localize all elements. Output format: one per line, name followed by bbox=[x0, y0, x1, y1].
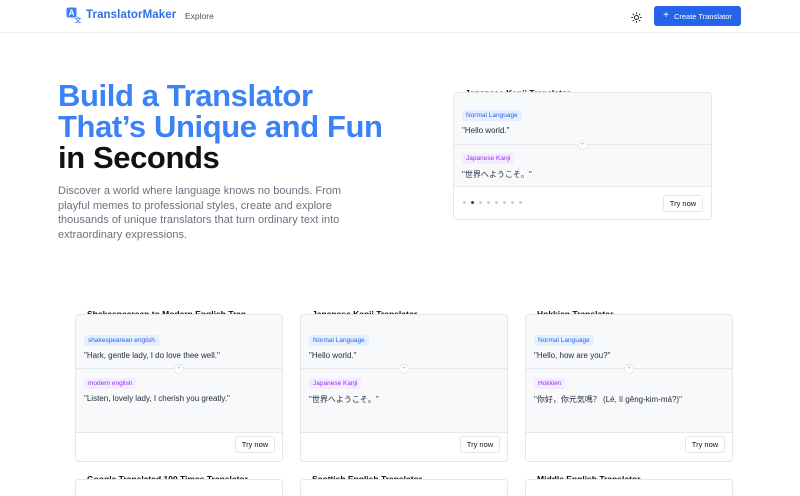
plus-icon: + bbox=[663, 10, 669, 21]
card-try-now-button[interactable]: Try now bbox=[685, 436, 725, 453]
carousel-dot[interactable] bbox=[503, 201, 506, 204]
card-source-section: shakespearean english "Hark, gentle lady… bbox=[76, 315, 282, 369]
card-target-badge: Hokkien bbox=[534, 378, 566, 389]
logo-link[interactable]: A 文 TranslatorMaker bbox=[66, 7, 176, 23]
card-try-now-button[interactable]: Try now bbox=[235, 436, 275, 453]
card-target-section: + Japanese Kanji "世界へようこそ。" bbox=[301, 364, 507, 433]
carousel-dots bbox=[463, 201, 522, 204]
card-source-text: "Hello, how are you?" bbox=[534, 351, 611, 360]
featured-target-badge: Japanese Kanji bbox=[462, 153, 515, 164]
featured-source-badge: Normal Language bbox=[462, 110, 522, 121]
divider-plus-icon: + bbox=[399, 364, 409, 374]
carousel-dot-active[interactable] bbox=[471, 201, 474, 204]
hero-title-line-2: That’s Unique and Fun bbox=[58, 109, 383, 144]
card-target-section: + Hokkien "你好，你元気嗎？ (Lé, lí gêng-kim-má?… bbox=[526, 364, 732, 433]
carousel-dot[interactable] bbox=[479, 201, 482, 204]
card-target-text: "Listen, lovely lady, I cherish you grea… bbox=[84, 394, 230, 403]
divider-plus-icon: + bbox=[174, 364, 184, 374]
card-source-text: "Hello world." bbox=[309, 351, 357, 360]
featured-target-section: + Japanese Kanji "世界へようこそ。" bbox=[454, 140, 711, 187]
hero-description: Discover a world where language knows no… bbox=[58, 185, 342, 241]
hero-title-line-3: in Seconds bbox=[58, 140, 220, 175]
card-target-section: + modern english "Listen, lovely lady, I… bbox=[76, 364, 282, 433]
svg-text:文: 文 bbox=[75, 16, 83, 24]
create-translator-label: Create Translator bbox=[673, 11, 732, 21]
svg-text:A: A bbox=[69, 9, 75, 18]
card-target-badge: Japanese Kanji bbox=[309, 378, 362, 389]
featured-source-text: "Hello world." bbox=[462, 126, 510, 135]
card-source-badge: Normal Language bbox=[534, 335, 594, 346]
card-source-section: Normal Language "Hello, how are you?" bbox=[526, 315, 732, 369]
translator-card bbox=[525, 479, 733, 496]
theme-toggle-button[interactable] bbox=[627, 8, 645, 26]
card-target-badge: modern english bbox=[84, 378, 137, 389]
sun-icon bbox=[630, 11, 642, 23]
card-source-badge: Normal Language bbox=[309, 335, 369, 346]
carousel-dot[interactable] bbox=[495, 201, 498, 204]
card-source-section: Normal Language "Hello world." bbox=[301, 315, 507, 369]
translator-card: Normal Language "Hello, how are you?" + … bbox=[525, 314, 733, 462]
translator-card bbox=[300, 479, 508, 496]
nav-explore-link[interactable]: Explore bbox=[185, 11, 214, 21]
hero-title-line-1: Build a Translator bbox=[58, 78, 313, 113]
translator-card: shakespearean english "Hark, gentle lady… bbox=[75, 314, 283, 462]
featured-try-now-button[interactable]: Try now bbox=[663, 195, 703, 212]
featured-source-section: Normal Language "Hello world." bbox=[454, 93, 711, 145]
carousel-dot[interactable] bbox=[463, 201, 466, 204]
app-name: TranslatorMaker bbox=[86, 9, 177, 21]
carousel-dot[interactable] bbox=[487, 201, 490, 204]
card-target-text: "世界へようこそ。" bbox=[309, 395, 379, 404]
featured-target-text: "世界へようこそ。" bbox=[462, 170, 532, 179]
divider-plus-icon: + bbox=[577, 140, 588, 150]
card-source-badge: shakespearean english bbox=[84, 335, 159, 346]
card-source-text: "Hark, gentle lady, I do love thee well.… bbox=[84, 351, 220, 360]
carousel-dot[interactable] bbox=[519, 201, 522, 204]
translate-logo-icon: A 文 bbox=[66, 7, 82, 23]
translator-card bbox=[75, 479, 283, 496]
hero-title: Build a Translator That’s Unique and Fun… bbox=[58, 80, 383, 173]
card-try-now-button[interactable]: Try now bbox=[460, 436, 500, 453]
card-target-text: "你好，你元気嗎？ (Lé, lí gêng-kim-má?)" bbox=[534, 395, 682, 404]
top-header: A 文 TranslatorMaker Explore + Create Tra… bbox=[0, 0, 800, 33]
featured-translator-card: Normal Language "Hello world." + Japanes… bbox=[453, 92, 712, 220]
carousel-dot[interactable] bbox=[511, 201, 514, 204]
create-translator-button[interactable]: + Create Translator bbox=[654, 6, 741, 26]
divider-plus-icon: + bbox=[624, 364, 634, 374]
translator-card: Normal Language "Hello world." + Japanes… bbox=[300, 314, 508, 462]
